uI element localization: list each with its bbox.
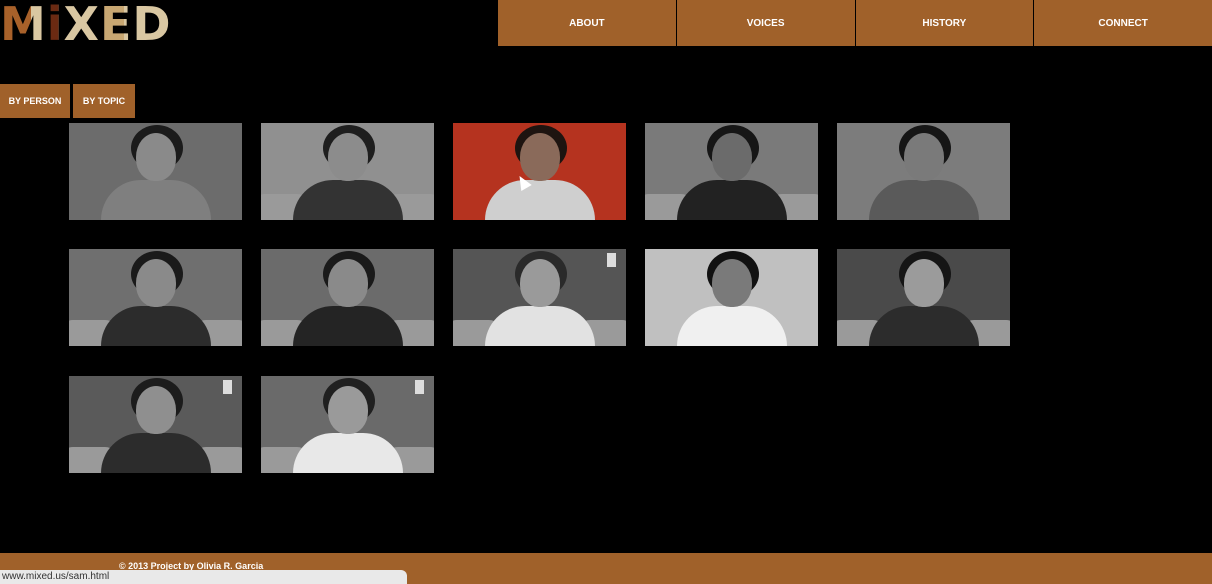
portrait-thumbnail[interactable] (69, 249, 242, 346)
nav-about[interactable]: ABOUT (498, 0, 676, 46)
portrait-thumbnail[interactable] (645, 123, 818, 220)
portrait-thumbnail[interactable] (69, 123, 242, 220)
portrait-thumbnail[interactable] (261, 249, 434, 346)
portrait-thumbnail[interactable] (69, 376, 242, 473)
portrait-thumbnail[interactable] (261, 376, 434, 473)
nav-voices[interactable]: VOICES (675, 0, 855, 46)
portrait-thumbnail[interactable] (453, 249, 626, 346)
portrait-thumbnail[interactable] (261, 123, 434, 220)
nav-history[interactable]: HISTORY (854, 0, 1034, 46)
portrait-thumbnail[interactable] (837, 123, 1010, 220)
nav-connect[interactable]: CONNECT (1033, 0, 1212, 46)
main-nav: ABOUT VOICES HISTORY CONNECT (498, 0, 1212, 46)
browser-status-url: www.mixed.us/sam.html (0, 570, 407, 584)
portrait-thumbnail[interactable] (453, 123, 626, 220)
portrait-thumbnail[interactable] (837, 249, 1010, 346)
portrait-thumbnail[interactable] (645, 249, 818, 346)
logo-text: MiXED (0, 0, 172, 51)
filter-by-topic-button[interactable]: BY TOPIC (73, 84, 135, 118)
site-logo[interactable]: MiXED (0, 0, 190, 51)
filter-by-person-button[interactable]: BY PERSON (0, 84, 70, 118)
